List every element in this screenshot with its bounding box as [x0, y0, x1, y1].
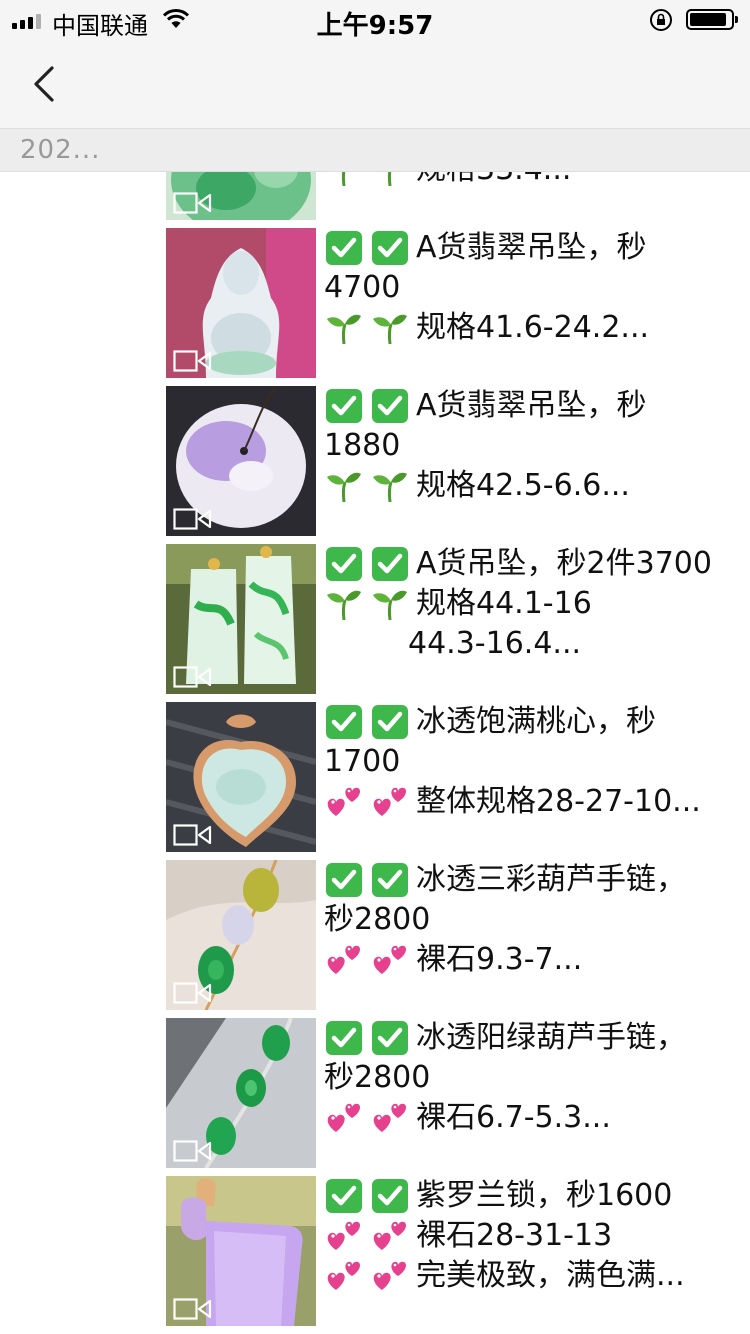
post-thumbnail[interactable] — [166, 1176, 316, 1326]
two-hearts-icon — [370, 1258, 410, 1294]
list-item[interactable]: A货翡翠吊坠，秒 1880 规格42.5-6.6... — [166, 386, 750, 536]
two-hearts-icon — [324, 942, 364, 978]
two-hearts-icon — [324, 784, 364, 820]
two-hearts-icon — [370, 1218, 410, 1254]
list-item[interactable]: 冰透饱满桃心，秒 1700 整体规格28-27-10... — [166, 702, 750, 852]
rotation-lock-icon — [650, 9, 672, 31]
clock: 上午9:57 — [316, 11, 434, 41]
sprout-icon — [324, 586, 364, 622]
status-bar: 中国联通 上午9:57 — [0, 0, 750, 41]
check-mark-icon — [324, 862, 364, 898]
two-hearts-icon — [324, 1218, 364, 1254]
check-mark-icon — [370, 546, 410, 582]
post-text: A货翡翠吊坠，秒 4700 规格41.6-24.2... — [324, 230, 650, 346]
list-item[interactable]: 冰透三彩葫芦手链， 秒2800 裸石9.3-7... — [166, 860, 750, 1010]
post-text: 冰透三彩葫芦手链， 秒2800 裸石9.3-7... — [324, 862, 686, 978]
check-mark-icon — [370, 704, 410, 740]
post-text: 冰透阳绿葫芦手链， 秒2800 裸石6.7-5.3... — [324, 1020, 686, 1136]
two-hearts-icon — [370, 784, 410, 820]
sprout-icon — [324, 172, 364, 188]
check-mark-icon — [370, 230, 410, 266]
video-icon — [173, 982, 212, 1004]
check-mark-icon — [324, 704, 364, 740]
list-item[interactable]: 冰透阳绿葫芦手链， 秒2800 裸石6.7-5.3... — [166, 1018, 750, 1168]
battery-icon — [686, 9, 738, 30]
post-thumbnail[interactable] — [166, 172, 316, 220]
post-text: 规格33.4... — [324, 172, 744, 190]
video-icon — [173, 1140, 212, 1162]
post-text: A货吊坠，秒2件3700 规格44.1-16 44.3-16.4... — [324, 544, 744, 664]
post-text: 紫罗兰锁，秒1600 裸石28-31-13 完美极致，满色满... — [324, 1176, 744, 1296]
post-text: A货翡翠吊坠，秒 1880 规格42.5-6.6... — [324, 388, 647, 504]
post-thumbnail[interactable] — [166, 386, 316, 536]
check-mark-icon — [370, 862, 410, 898]
video-icon — [173, 192, 212, 214]
date-header-label: 202... — [20, 135, 101, 165]
check-mark-icon — [370, 1178, 410, 1214]
video-icon — [173, 508, 212, 530]
two-hearts-icon — [324, 1258, 364, 1294]
list-item[interactable]: A货吊坠，秒2件3700 规格44.1-16 44.3-16.4... — [166, 544, 750, 694]
sprout-icon — [370, 172, 410, 188]
check-mark-icon — [324, 546, 364, 582]
two-hearts-icon — [370, 1100, 410, 1136]
sprout-icon — [370, 468, 410, 504]
check-mark-icon — [324, 1178, 364, 1214]
post-text: 冰透饱满桃心，秒 1700 整体规格28-27-10... — [324, 704, 701, 820]
list-item[interactable]: A货翡翠吊坠，秒 4700 规格41.6-24.2... — [166, 228, 750, 378]
check-mark-icon — [370, 388, 410, 424]
two-hearts-icon — [324, 1100, 364, 1136]
check-mark-icon — [324, 230, 364, 266]
video-icon — [173, 666, 212, 688]
post-thumbnail[interactable] — [166, 1018, 316, 1168]
sprout-icon — [370, 310, 410, 346]
check-mark-icon — [324, 1020, 364, 1056]
post-thumbnail[interactable] — [166, 544, 316, 694]
post-thumbnail[interactable] — [166, 228, 316, 378]
sprout-icon — [324, 310, 364, 346]
video-icon — [173, 824, 212, 846]
check-mark-icon — [370, 1020, 410, 1056]
back-button[interactable] — [30, 66, 58, 102]
nav-bar — [0, 40, 750, 128]
video-icon — [173, 1298, 212, 1320]
date-header: 202... — [0, 128, 750, 172]
two-hearts-icon — [370, 942, 410, 978]
post-list[interactable]: 规格33.4... A货翡翠吊坠，秒 4700 规格41.6-24.2... — [0, 172, 750, 1334]
post-thumbnail[interactable] — [166, 702, 316, 852]
sprout-icon — [324, 468, 364, 504]
post-thumbnail[interactable] — [166, 860, 316, 1010]
list-item[interactable]: 紫罗兰锁，秒1600 裸石28-31-13 完美极致，满色满... — [166, 1176, 750, 1326]
check-mark-icon — [324, 388, 364, 424]
list-item[interactable]: 规格33.4... — [166, 172, 750, 220]
sprout-icon — [370, 586, 410, 622]
video-icon — [173, 350, 212, 372]
